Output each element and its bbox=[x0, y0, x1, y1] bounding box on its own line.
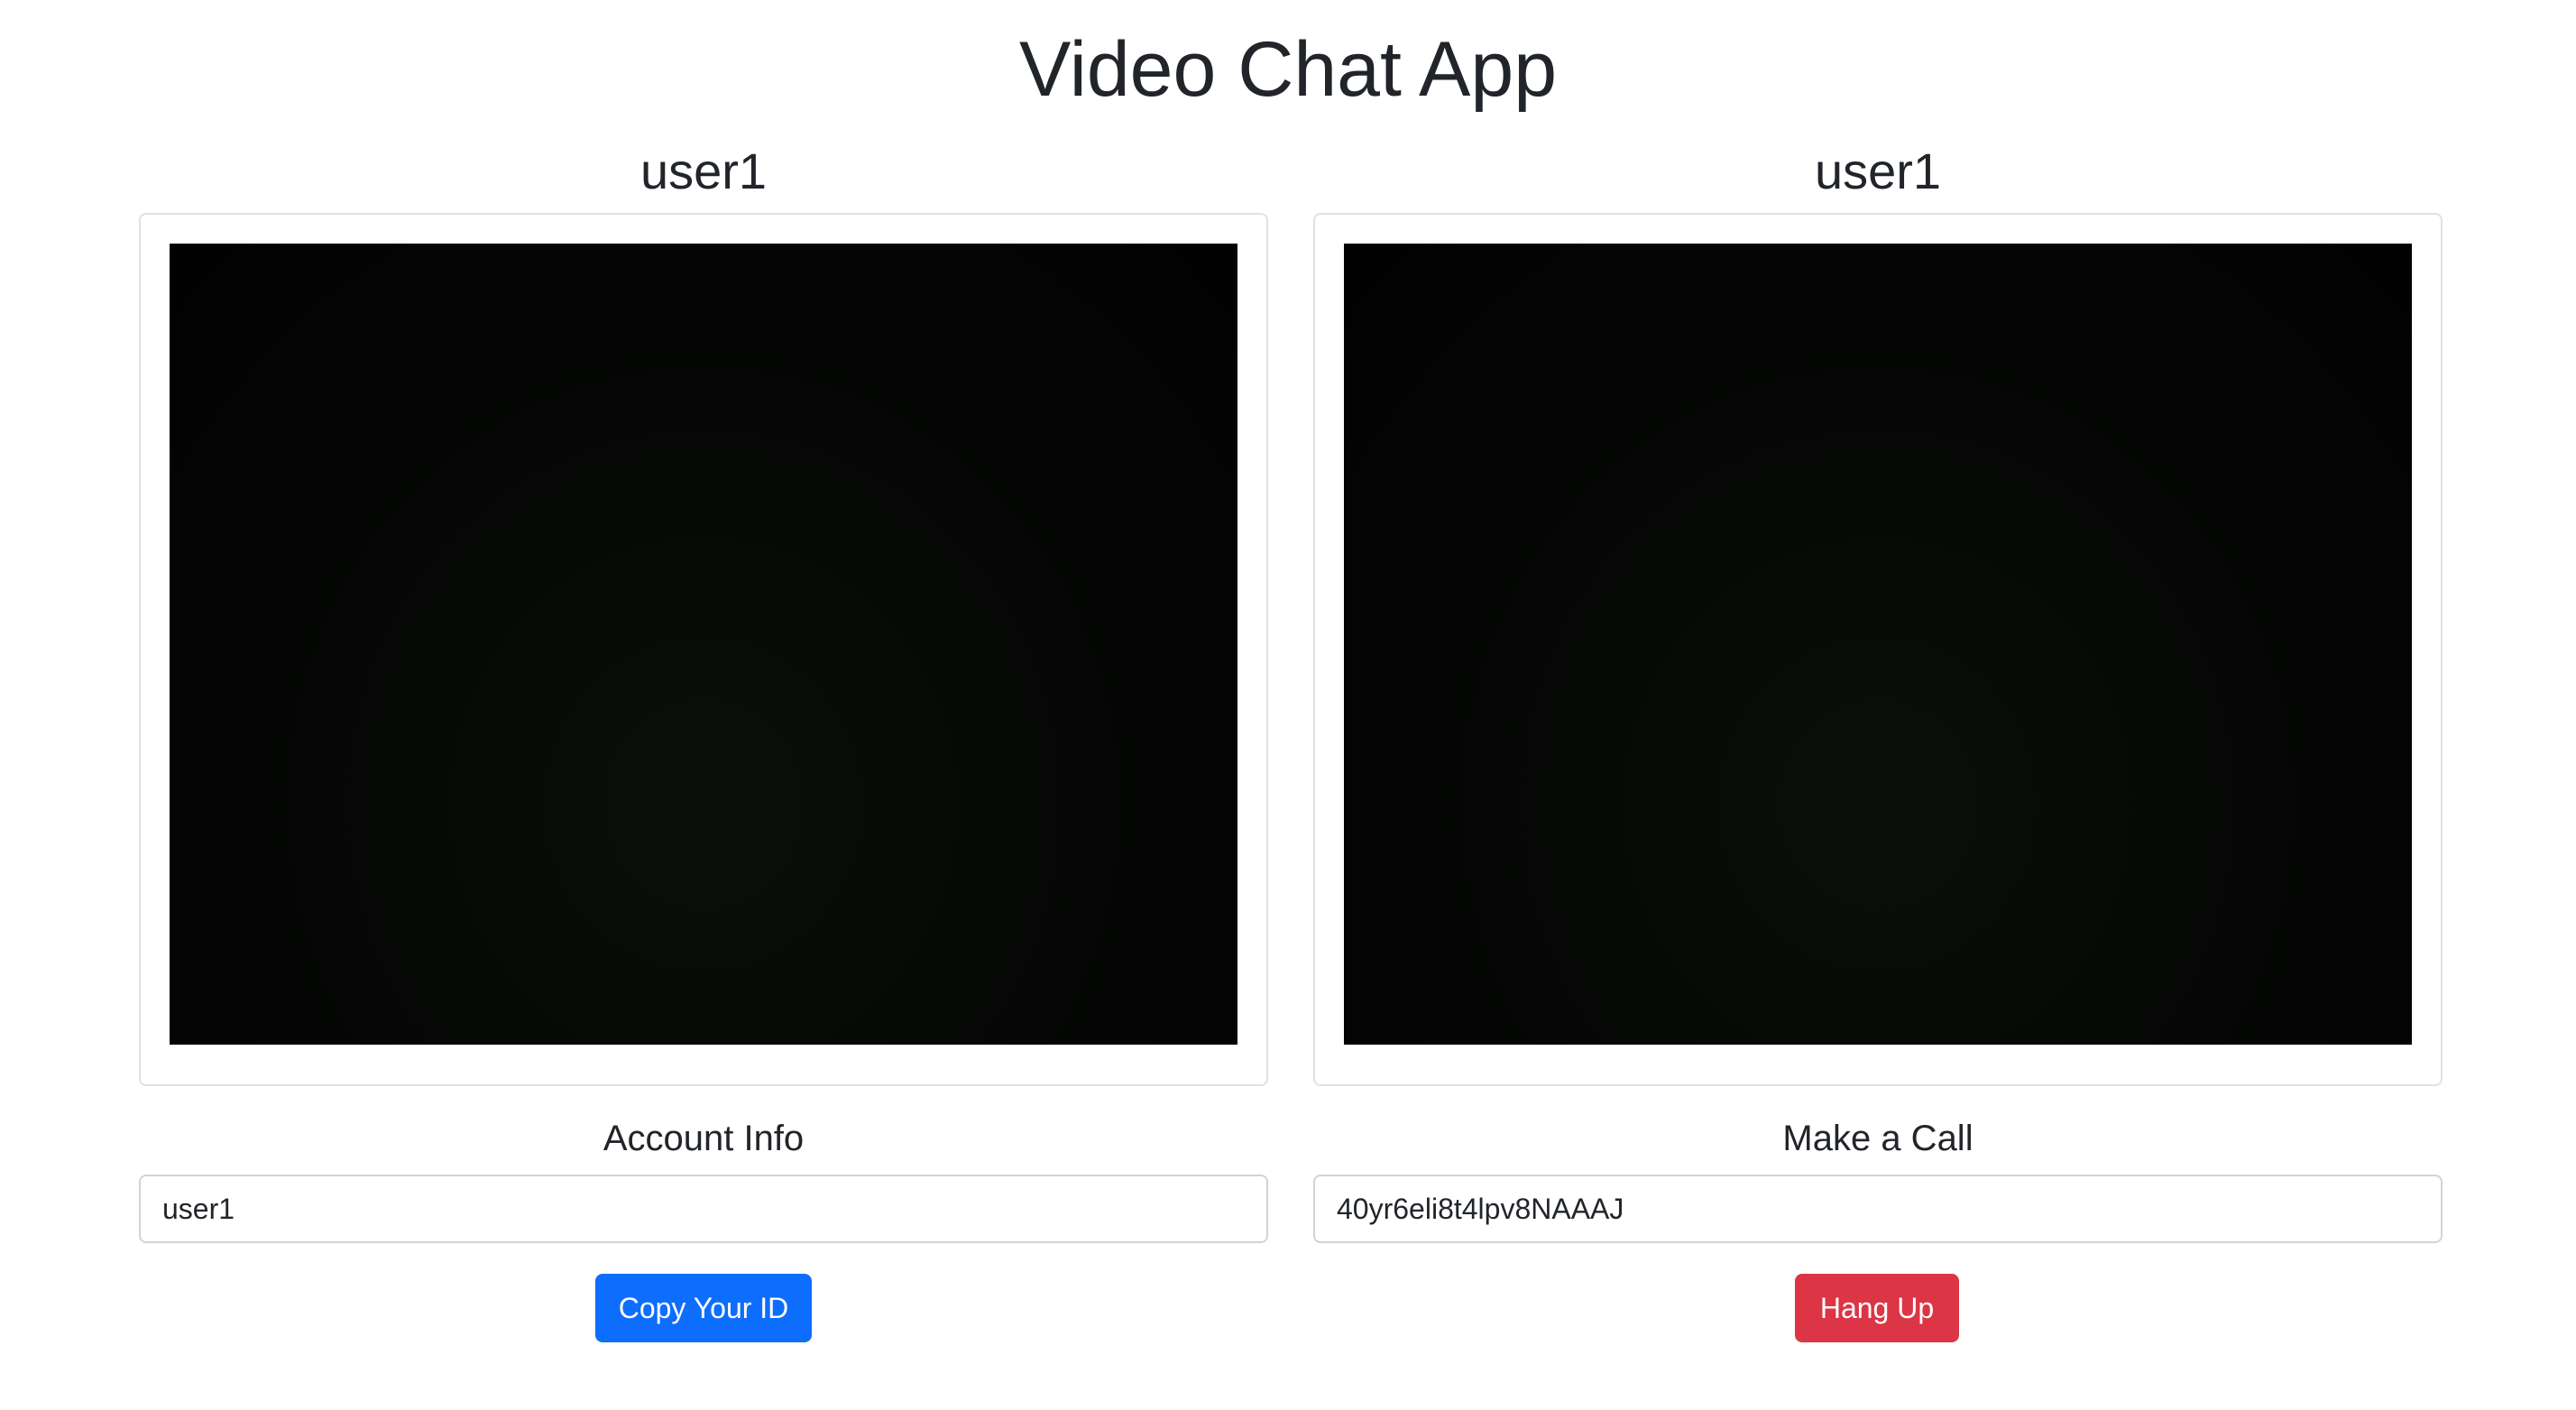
hang-up-button[interactable]: Hang Up bbox=[1795, 1274, 1959, 1342]
remote-video-stream bbox=[1344, 244, 2412, 1045]
remote-user-panel: user1 Make a Call Hang Up bbox=[1313, 135, 2443, 1342]
call-id-field[interactable] bbox=[1313, 1175, 2443, 1243]
remote-user-name: user1 bbox=[1814, 143, 1942, 199]
copy-id-button[interactable]: Copy Your ID bbox=[595, 1274, 812, 1342]
account-id-field[interactable] bbox=[139, 1175, 1268, 1243]
local-user-name: user1 bbox=[639, 143, 768, 199]
remote-video-card bbox=[1313, 213, 2443, 1086]
local-video-card bbox=[139, 213, 1268, 1086]
account-info-heading: Account Info bbox=[603, 1119, 805, 1158]
local-video-stream bbox=[170, 244, 1237, 1045]
make-call-heading: Make a Call bbox=[1782, 1119, 1973, 1158]
app-title: Video Chat App bbox=[1018, 26, 1558, 113]
local-user-panel: user1 Account Info Copy Your ID bbox=[139, 135, 1268, 1342]
